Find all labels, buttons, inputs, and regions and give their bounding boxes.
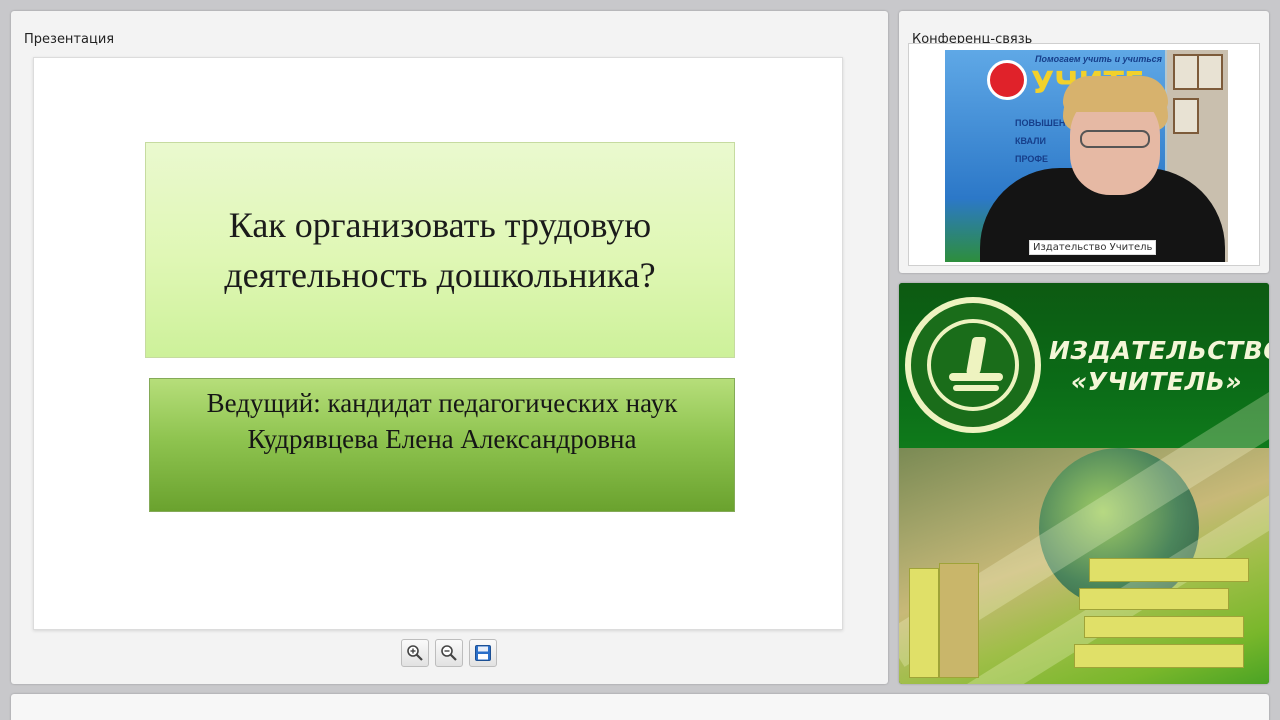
publisher-brand: ИЗДАТЕЛЬСТВО «УЧИТЕЛЬ» [1049,335,1269,397]
book-stack [1079,588,1229,610]
banner-list-item: ПРОФЕ [1015,154,1049,164]
slide-title: Как организовать трудовую деятельность д… [224,205,656,295]
wall-frame [1173,98,1199,134]
banner-list: ПОВЫШЕН КВАЛИ ПРОФЕ [1015,114,1065,168]
banner-tagline: Помогаем учить и учиться [1035,54,1162,64]
banner-list-item: КВАЛИ [1015,136,1046,146]
video-frame: Помогаем учить и учиться УЧИТЕ ПОВЫШЕН К… [908,43,1260,266]
webcam-video[interactable]: Помогаем учить и учиться УЧИТЕ ПОВЫШЕН К… [945,50,1228,262]
zoom-in-icon [407,645,423,661]
publisher-brand-line1: ИЗДАТЕЛЬСТВО [1049,336,1269,365]
participant-hair-top [1063,76,1168,112]
banner-logo-icon [987,60,1027,100]
banner-list-item: ПОВЫШЕН [1015,118,1066,128]
publisher-brand-line2: «УЧИТЕЛЬ» [1070,367,1243,396]
publisher-ad-panel: ИЗДАТЕЛЬСТВО «УЧИТЕЛЬ» [899,283,1269,684]
logo-book-line [953,385,999,391]
conference-panel: Конференц-связь Помогаем учить и учиться… [899,11,1269,273]
presentation-toolbar [401,639,497,667]
zoom-out-icon [441,645,457,661]
wall-frame [1197,54,1223,90]
presentation-slide: Как организовать трудовую деятельность д… [33,57,843,630]
floppy-disk-icon [475,645,491,661]
book-stack [909,568,939,678]
book-stack [1074,644,1244,668]
book-stack [939,563,979,678]
ad-header: ИЗДАТЕЛЬСТВО «УЧИТЕЛЬ» [899,283,1269,448]
save-button[interactable] [469,639,497,667]
zoom-out-button[interactable] [435,639,463,667]
participant-glasses [1080,130,1150,148]
slide-presenter-box: Ведущий: кандидат педагогических наук Ку… [149,378,735,512]
slide-title-box: Как организовать трудовую деятельность д… [145,142,735,358]
ad-books-image [899,389,1269,684]
presentation-panel: Презентация Как организовать трудовую де… [11,11,888,684]
logo-leaf [965,337,987,377]
slide-presenter-text: Ведущий: кандидат педагогических наук Ку… [206,388,678,454]
wall-frame [1173,54,1199,90]
publisher-logo-inner [927,319,1019,411]
participant-name-tag: Издательство Учитель [1029,240,1157,255]
logo-book-line [949,373,1003,381]
presentation-panel-title: Презентация [24,32,115,47]
book-stack [1084,616,1244,638]
zoom-in-button[interactable] [401,639,429,667]
bottom-panel [11,694,1269,720]
open-book [1089,558,1249,582]
publisher-logo-icon [905,297,1041,433]
